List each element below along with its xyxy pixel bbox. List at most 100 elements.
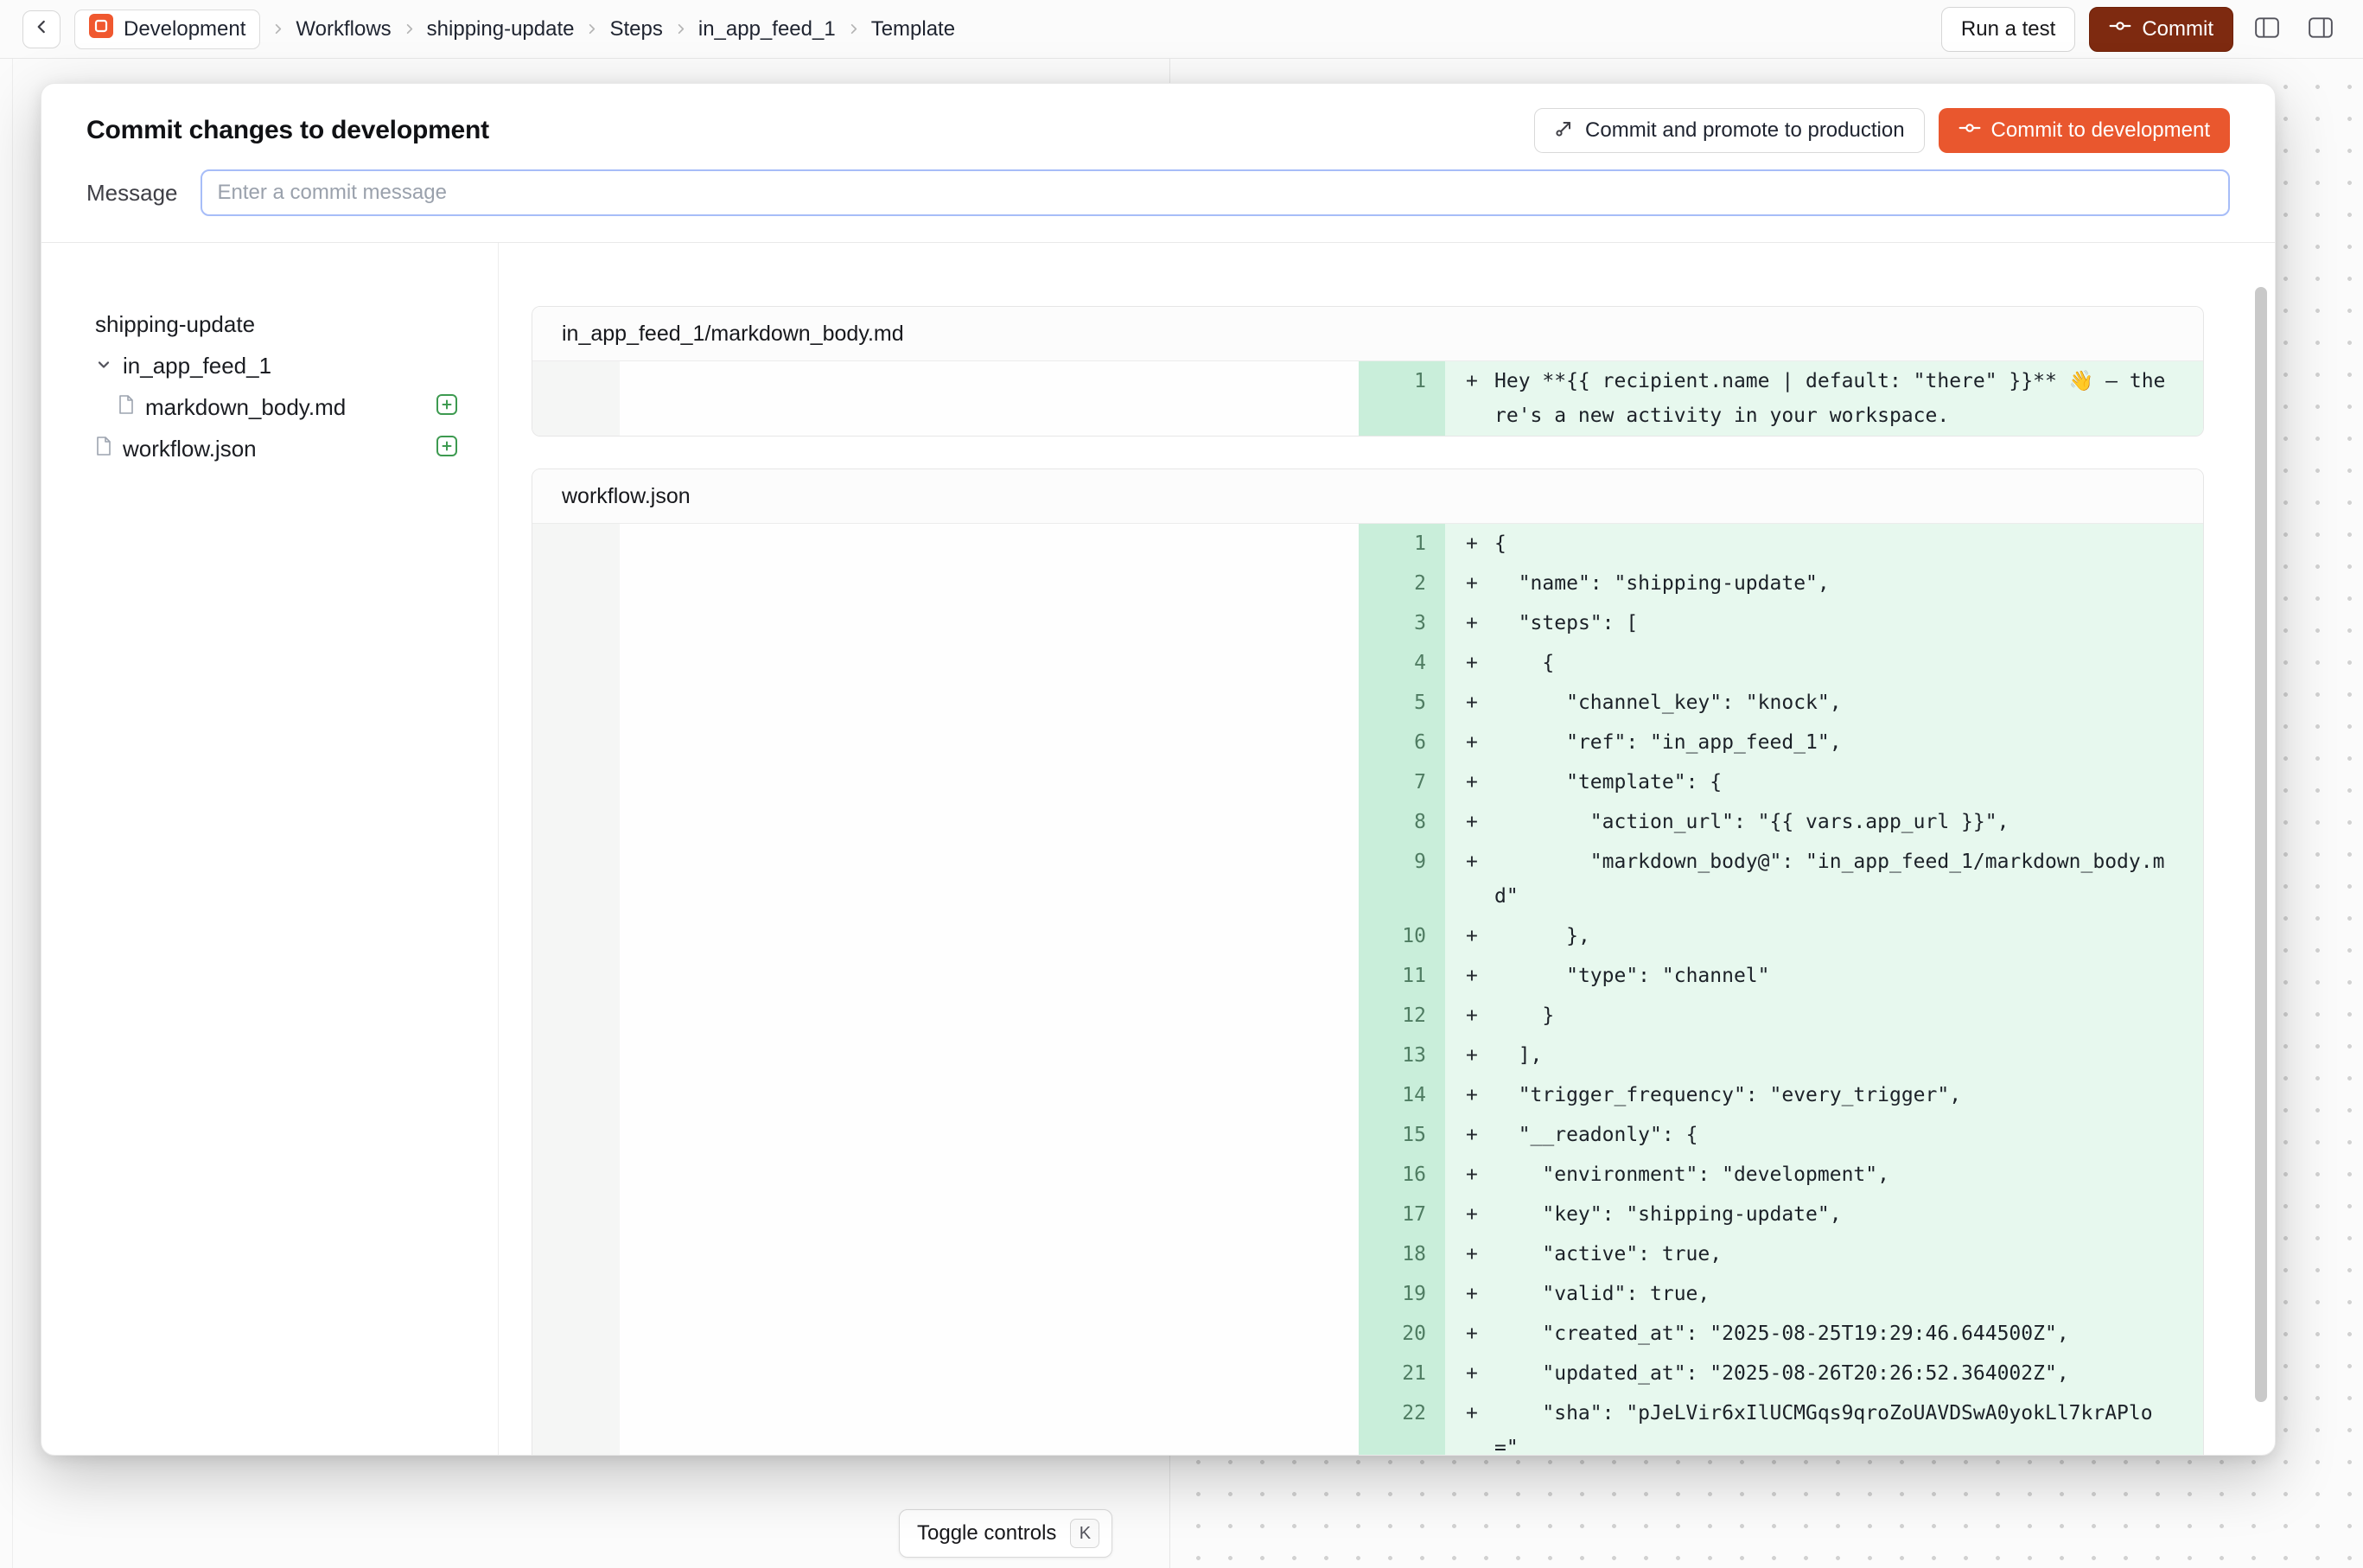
- topbar-actions: Run a test Commit: [1941, 7, 2341, 52]
- toggle-left-panel-button[interactable]: [2247, 10, 2287, 49]
- diff-card-body: 1+Hey **{{ recipient.name | default: "th…: [532, 361, 2203, 436]
- diff-added-sign: +: [1466, 685, 1478, 720]
- diff-card-body: 1+{2+ "name": "shipping-update",3+ "step…: [532, 524, 2203, 1455]
- diff-line: 14+ "trigger_frequency": "every_trigger"…: [532, 1075, 2203, 1115]
- diff-new-content: + "environment": "development",: [1445, 1155, 2203, 1195]
- diff-old-gutter: [532, 762, 620, 802]
- diff-line: 4+ {: [532, 643, 2203, 683]
- tree-item-workflow-json[interactable]: workflow.json: [95, 428, 458, 469]
- run-test-label: Run a test: [1961, 17, 2055, 41]
- diff-old-gutter: [532, 802, 620, 842]
- back-button[interactable]: [22, 10, 61, 48]
- diff-added-icon[interactable]: [436, 393, 458, 422]
- diff-old-gutter: [532, 723, 620, 762]
- diff-new-line-number: 17: [1359, 1195, 1445, 1234]
- diff-added-sign: +: [1466, 805, 1478, 839]
- commit-button[interactable]: Commit: [2089, 7, 2233, 52]
- diff-added-sign: +: [1466, 566, 1478, 601]
- tree-item-markdown-body-md[interactable]: markdown_body.md: [95, 386, 458, 428]
- diff-old-content: [620, 1274, 1359, 1314]
- diff-added-sign: +: [1466, 1316, 1478, 1351]
- panel-right-icon: [2308, 16, 2334, 42]
- diff-added-sign: +: [1466, 919, 1478, 953]
- chevron-right-icon: [585, 22, 598, 35]
- breadcrumb-item-shipping-update[interactable]: shipping-update: [427, 17, 575, 41]
- diff-new-content: + {: [1445, 643, 2203, 683]
- commit-icon: [1959, 117, 1981, 145]
- diff-new-content: + "active": true,: [1445, 1234, 2203, 1274]
- toggle-controls-button[interactable]: Toggle controls K: [899, 1509, 1112, 1558]
- diff-new-content: + "name": "shipping-update",: [1445, 564, 2203, 603]
- diff-line: 15+ "__readonly": {: [532, 1115, 2203, 1155]
- tree-item-label: workflow.json: [123, 436, 257, 462]
- diff-old-content: [620, 564, 1359, 603]
- commit-message-input[interactable]: [201, 169, 2231, 216]
- diff-line: 12+ }: [532, 996, 2203, 1036]
- breadcrumb-environment-pill[interactable]: Development: [74, 10, 260, 49]
- diff-line: 19+ "valid": true,: [532, 1274, 2203, 1314]
- diff-old-gutter: [532, 564, 620, 603]
- diff-old-gutter: [532, 1155, 620, 1195]
- diff-old-content: [620, 762, 1359, 802]
- diff-added-icon[interactable]: [436, 435, 458, 463]
- diff-new-line-number: 5: [1359, 683, 1445, 723]
- diff-new-content: +{: [1445, 524, 2203, 564]
- commit-and-promote-button[interactable]: Commit and promote to production: [1534, 108, 1925, 153]
- chevron-right-icon: [674, 22, 687, 35]
- diff-line: 13+ ],: [532, 1036, 2203, 1075]
- modal-scrollbar-thumb[interactable]: [2255, 287, 2267, 1402]
- diff-old-content: [620, 842, 1359, 916]
- breadcrumb-item-in-app-feed-1[interactable]: in_app_feed_1: [698, 17, 836, 41]
- chevron-down-icon: [95, 353, 112, 379]
- diff-line: 9+ "markdown_body@": "in_app_feed_1/mark…: [532, 842, 2203, 916]
- diff-new-line-number: 6: [1359, 723, 1445, 762]
- diff-new-content: + "updated_at": "2025-08-26T20:26:52.364…: [1445, 1354, 2203, 1393]
- diff-old-content: [620, 916, 1359, 956]
- diff-added-sign: +: [1466, 1396, 1478, 1431]
- commit-modal-body: shipping-updatein_app_feed_1markdown_bod…: [41, 243, 2275, 1455]
- diff-new-line-number: 12: [1359, 996, 1445, 1036]
- changed-files-tree: shipping-updatein_app_feed_1markdown_bod…: [41, 243, 499, 1455]
- toggle-controls-label: Toggle controls: [917, 1521, 1056, 1546]
- diff-added-sign: +: [1466, 845, 1478, 879]
- diff-new-line-number: 1: [1359, 524, 1445, 564]
- diff-old-content: [620, 723, 1359, 762]
- message-label: Message: [86, 180, 178, 207]
- diff-new-line-number: 13: [1359, 1036, 1445, 1075]
- tree-item-in-app-feed-1[interactable]: in_app_feed_1: [95, 345, 458, 386]
- diff-added-sign: +: [1466, 1197, 1478, 1232]
- diff-new-content: + "created_at": "2025-08-25T19:29:46.644…: [1445, 1314, 2203, 1354]
- diff-new-content: + "steps": [: [1445, 603, 2203, 643]
- diff-new-content: +Hey **{{ recipient.name | default: "the…: [1445, 361, 2203, 436]
- run-test-button[interactable]: Run a test: [1941, 7, 2075, 52]
- diff-old-content: [620, 1234, 1359, 1274]
- diff-added-sign: +: [1466, 1356, 1478, 1391]
- commit-label: Commit: [2142, 17, 2213, 41]
- diff-line: 1+Hey **{{ recipient.name | default: "th…: [532, 361, 2203, 436]
- diff-old-content: [620, 1155, 1359, 1195]
- diff-old-content: [620, 1036, 1359, 1075]
- diff-old-gutter: [532, 1234, 620, 1274]
- diff-new-content: + "__readonly": {: [1445, 1115, 2203, 1155]
- chevron-left-icon: [32, 17, 51, 41]
- promote-icon: [1554, 118, 1575, 144]
- diff-line: 1+{: [532, 524, 2203, 564]
- diff-new-content: + },: [1445, 916, 2203, 956]
- toggle-right-panel-button[interactable]: [2301, 10, 2341, 49]
- diff-new-content: + "markdown_body@": "in_app_feed_1/markd…: [1445, 842, 2203, 916]
- diff-file-name: in_app_feed_1/markdown_body.md: [532, 307, 2203, 361]
- diff-old-content: [620, 603, 1359, 643]
- tree-root-shipping-update[interactable]: shipping-update: [95, 303, 458, 345]
- left-panel-border: [12, 59, 13, 1568]
- commit-to-development-button[interactable]: Commit to development: [1939, 108, 2230, 153]
- diff-new-content: + "channel_key": "knock",: [1445, 683, 2203, 723]
- breadcrumb-item-template[interactable]: Template: [871, 17, 955, 41]
- diff-new-line-number: 20: [1359, 1314, 1445, 1354]
- diff-new-content: + "ref": "in_app_feed_1",: [1445, 723, 2203, 762]
- diff-line: 20+ "created_at": "2025-08-25T19:29:46.6…: [532, 1314, 2203, 1354]
- breadcrumb-item-workflows[interactable]: Workflows: [296, 17, 391, 41]
- diff-old-gutter: [532, 524, 620, 564]
- diff-new-line-number: 1: [1359, 361, 1445, 436]
- breadcrumb-item-steps[interactable]: Steps: [609, 17, 662, 41]
- diff-added-sign: +: [1466, 1078, 1478, 1112]
